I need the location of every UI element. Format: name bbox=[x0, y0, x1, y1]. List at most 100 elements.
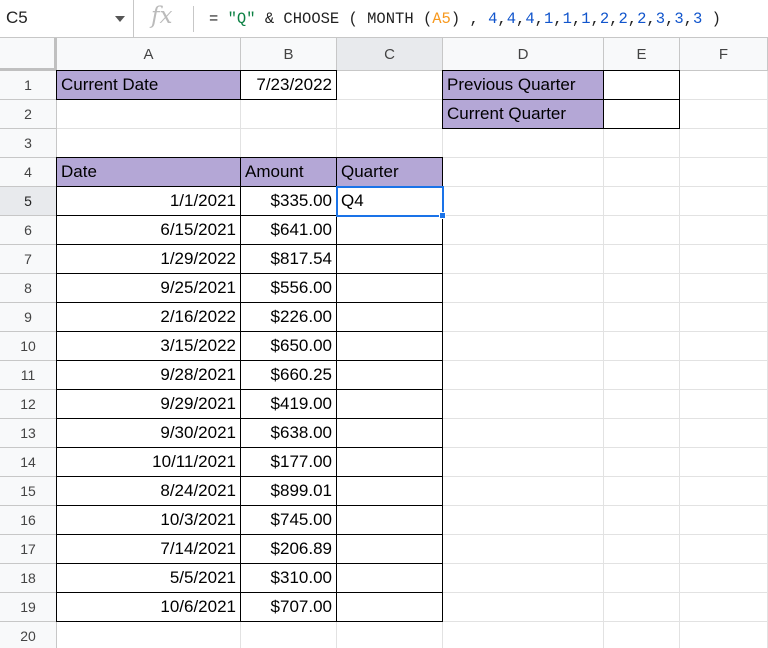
quarter-cell[interactable] bbox=[336, 360, 443, 390]
grid-cell[interactable] bbox=[57, 129, 241, 158]
date-cell[interactable]: 10/6/2021 bbox=[56, 592, 241, 622]
quarter-cell[interactable] bbox=[336, 592, 443, 622]
grid-cell[interactable] bbox=[57, 100, 241, 129]
select-all-corner[interactable] bbox=[0, 38, 57, 71]
quarter-cell[interactable] bbox=[336, 476, 443, 506]
row-header-7[interactable]: 7 bbox=[0, 245, 57, 274]
grid-cell[interactable] bbox=[337, 71, 443, 100]
grid-cell[interactable] bbox=[680, 622, 768, 648]
grid-cell[interactable] bbox=[680, 448, 768, 477]
grid-cell[interactable] bbox=[443, 477, 604, 506]
amount-cell[interactable]: $335.00 bbox=[240, 186, 337, 216]
amount-cell[interactable]: $641.00 bbox=[240, 215, 337, 245]
amount-cell[interactable]: $206.89 bbox=[240, 534, 337, 564]
grid-cell[interactable] bbox=[604, 419, 680, 448]
row-header-16[interactable]: 16 bbox=[0, 506, 57, 535]
grid-cell[interactable] bbox=[680, 419, 768, 448]
quarter-cell[interactable] bbox=[336, 331, 443, 361]
grid-cell[interactable] bbox=[443, 564, 604, 593]
grid-cell[interactable] bbox=[604, 506, 680, 535]
column-header-e[interactable]: E bbox=[604, 38, 680, 71]
quarter-cell[interactable]: Q4 bbox=[336, 186, 443, 216]
row-header-6[interactable]: 6 bbox=[0, 216, 57, 245]
grid-cell[interactable] bbox=[443, 129, 604, 158]
date-cell[interactable]: 9/29/2021 bbox=[56, 389, 241, 419]
grid-cell[interactable] bbox=[604, 535, 680, 564]
grid-cell[interactable] bbox=[443, 535, 604, 564]
grid-cell[interactable] bbox=[680, 361, 768, 390]
grid-cell[interactable] bbox=[680, 535, 768, 564]
grid-cell[interactable] bbox=[443, 216, 604, 245]
quarter-cell[interactable] bbox=[336, 389, 443, 419]
grid-cell[interactable] bbox=[443, 303, 604, 332]
row-header-19[interactable]: 19 bbox=[0, 593, 57, 622]
column-header-d[interactable]: D bbox=[443, 38, 604, 71]
date-cell[interactable]: 10/3/2021 bbox=[56, 505, 241, 535]
row-header-15[interactable]: 15 bbox=[0, 477, 57, 506]
current-date-label[interactable]: Current Date bbox=[56, 70, 241, 100]
previous-quarter-label[interactable]: Previous Quarter bbox=[442, 70, 604, 100]
amount-cell[interactable]: $745.00 bbox=[240, 505, 337, 535]
grid-cell[interactable] bbox=[604, 564, 680, 593]
date-cell[interactable]: 7/14/2021 bbox=[56, 534, 241, 564]
row-header-14[interactable]: 14 bbox=[0, 448, 57, 477]
date-cell[interactable]: 6/15/2021 bbox=[56, 215, 241, 245]
grid-cell[interactable] bbox=[680, 129, 768, 158]
grid-cell[interactable] bbox=[443, 419, 604, 448]
grid-cell[interactable] bbox=[680, 274, 768, 303]
date-cell[interactable]: 1/1/2021 bbox=[56, 186, 241, 216]
grid-cell[interactable] bbox=[680, 332, 768, 361]
chevron-down-icon[interactable] bbox=[115, 16, 125, 22]
grid-cell[interactable] bbox=[604, 245, 680, 274]
amount-cell[interactable]: $177.00 bbox=[240, 447, 337, 477]
amount-cell[interactable]: $638.00 bbox=[240, 418, 337, 448]
grid-cell[interactable] bbox=[443, 361, 604, 390]
date-cell[interactable]: 9/28/2021 bbox=[56, 360, 241, 390]
grid-cell[interactable] bbox=[443, 245, 604, 274]
grid-cell[interactable] bbox=[443, 506, 604, 535]
grid-cell[interactable] bbox=[57, 622, 241, 648]
row-header-10[interactable]: 10 bbox=[0, 332, 57, 361]
grid-cell[interactable] bbox=[604, 448, 680, 477]
quarter-cell[interactable] bbox=[336, 244, 443, 274]
grid-cell[interactable] bbox=[604, 593, 680, 622]
grid-cell[interactable] bbox=[604, 332, 680, 361]
amount-cell[interactable]: $899.01 bbox=[240, 476, 337, 506]
table-header-quarter[interactable]: Quarter bbox=[336, 157, 443, 187]
grid-cell[interactable] bbox=[604, 303, 680, 332]
table-header-amount[interactable]: Amount bbox=[240, 157, 337, 187]
grid-cell[interactable] bbox=[680, 245, 768, 274]
grid-cell[interactable] bbox=[680, 71, 768, 100]
row-header-20[interactable]: 20 bbox=[0, 622, 57, 648]
column-header-b[interactable]: B bbox=[241, 38, 337, 71]
row-header-5[interactable]: 5 bbox=[0, 187, 57, 216]
amount-cell[interactable]: $556.00 bbox=[240, 273, 337, 303]
column-header-a[interactable]: A bbox=[57, 38, 241, 71]
grid-cell[interactable] bbox=[604, 129, 680, 158]
previous-quarter-value[interactable] bbox=[603, 70, 680, 100]
grid-cell[interactable] bbox=[680, 216, 768, 245]
row-header-13[interactable]: 13 bbox=[0, 419, 57, 448]
grid-cell[interactable] bbox=[443, 390, 604, 419]
quarter-cell[interactable] bbox=[336, 447, 443, 477]
name-box[interactable]: C5 bbox=[0, 0, 134, 38]
grid-cell[interactable] bbox=[443, 593, 604, 622]
grid-cell[interactable] bbox=[680, 564, 768, 593]
column-header-f[interactable]: F bbox=[680, 38, 768, 71]
table-header-date[interactable]: Date bbox=[56, 157, 241, 187]
grid-cell[interactable] bbox=[241, 129, 337, 158]
row-header-17[interactable]: 17 bbox=[0, 535, 57, 564]
quarter-cell[interactable] bbox=[336, 534, 443, 564]
grid-cell[interactable] bbox=[680, 303, 768, 332]
date-cell[interactable]: 3/15/2022 bbox=[56, 331, 241, 361]
grid-cell[interactable] bbox=[604, 390, 680, 419]
row-header-1[interactable]: 1 bbox=[0, 71, 57, 100]
grid-cell[interactable] bbox=[680, 506, 768, 535]
quarter-cell[interactable] bbox=[336, 302, 443, 332]
fill-handle[interactable] bbox=[439, 212, 446, 219]
quarter-cell[interactable] bbox=[336, 215, 443, 245]
amount-cell[interactable]: $419.00 bbox=[240, 389, 337, 419]
date-cell[interactable]: 2/16/2022 bbox=[56, 302, 241, 332]
grid-cell[interactable] bbox=[680, 187, 768, 216]
current-quarter-value[interactable] bbox=[603, 99, 680, 129]
